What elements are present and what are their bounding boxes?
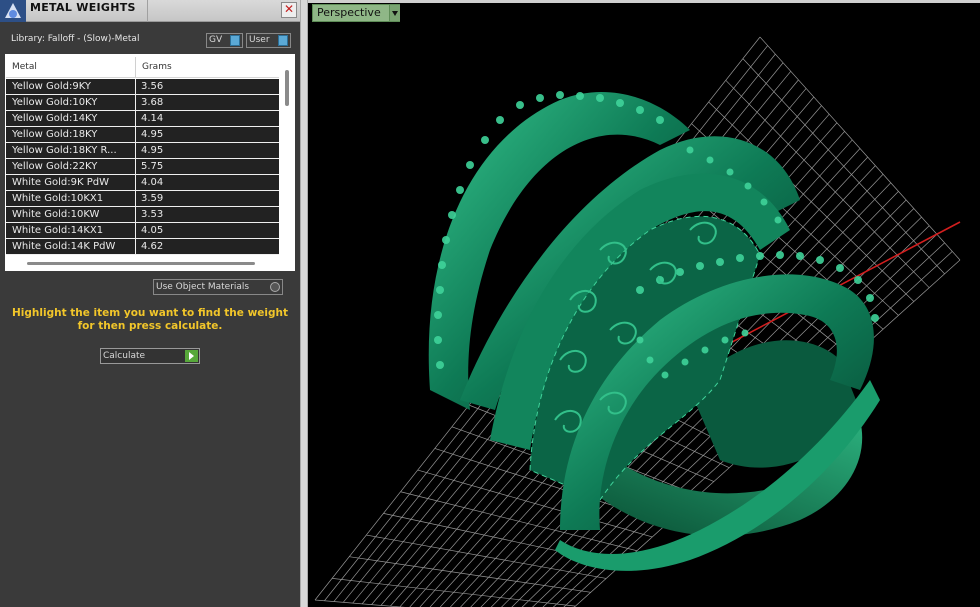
panel-splitter[interactable] [300, 0, 308, 607]
radio-icon[interactable] [270, 282, 280, 292]
grams-cell: 3.68 [141, 97, 164, 108]
viewport-scene[interactable] [308, 0, 980, 607]
grams-cell: 4.05 [141, 225, 164, 236]
toggle-icon [278, 35, 288, 46]
metal-cell: White Gold:14KX1 [12, 225, 104, 236]
toggle-icon [230, 35, 240, 46]
column-divider [135, 57, 136, 77]
column-header-grams[interactable]: Grams [142, 62, 172, 72]
grams-cell: 5.75 [141, 161, 164, 172]
panel-titlebar: METAL WEIGHTS ✕ [0, 0, 300, 22]
table-row[interactable]: White Gold:10KW 3.53 [6, 207, 279, 223]
metal-weights-panel: METAL WEIGHTS ✕ Library: Falloff - (Slow… [0, 0, 300, 607]
calculate-button[interactable]: Calculate [100, 348, 200, 364]
grams-cell: 4.62 [141, 241, 164, 252]
grid-line [759, 36, 961, 261]
grams-cell: 3.59 [141, 193, 164, 204]
metal-cell: White Gold:14K PdW [12, 241, 116, 252]
table-row[interactable]: Yellow Gold:18KY 4.95 [6, 127, 279, 143]
viewport-label[interactable]: Perspective [312, 4, 400, 22]
column-header-metal[interactable]: Metal [12, 62, 37, 72]
use-object-materials-label: Use Object Materials [156, 282, 250, 292]
metal-table: Metal Grams Yellow Gold:9KY 3.56 Yellow G… [5, 54, 295, 271]
metal-cell: Yellow Gold:14KY [12, 113, 98, 124]
table-row[interactable]: Yellow Gold:9KY 3.56 [6, 79, 279, 95]
perspective-viewport[interactable]: Perspective [308, 0, 980, 607]
table-header: Metal Grams [6, 55, 279, 78]
grams-cell: 4.14 [141, 113, 164, 124]
ring-model [428, 91, 880, 571]
table-row[interactable]: White Gold:10KX1 3.59 [6, 191, 279, 207]
table-body: Yellow Gold:9KY 3.56 Yellow Gold:10KY 3.68… [6, 79, 279, 255]
calculate-label: Calculate [103, 351, 146, 361]
metal-cell: Yellow Gold:10KY [12, 97, 98, 108]
grams-cell: 3.53 [141, 209, 164, 220]
table-row[interactable]: Yellow Gold:22KY 5.75 [6, 159, 279, 175]
table-row[interactable]: Yellow Gold:14KY 4.14 [6, 111, 279, 127]
grams-cell: 3.56 [141, 81, 164, 92]
panel-title: METAL WEIGHTS [30, 1, 136, 14]
gv-toggle-label: GV [209, 35, 223, 45]
use-object-materials-option[interactable]: Use Object Materials [153, 279, 283, 295]
grams-cell: 4.95 [141, 145, 164, 156]
instruction-text: Highlight the item you want to find the … [12, 307, 288, 332]
metal-cell: White Gold:9K PdW [12, 177, 109, 188]
grams-cell: 4.95 [141, 129, 164, 140]
app-logo-icon [0, 0, 26, 22]
close-icon: ✕ [283, 2, 295, 16]
library-label: Library: Falloff - (Slow)-Metal [11, 34, 140, 44]
viewport-top-border [308, 0, 980, 3]
metal-cell: White Gold:10KW [12, 209, 100, 220]
chevron-down-icon[interactable] [389, 5, 400, 21]
table-row[interactable]: White Gold:14KX1 4.05 [6, 223, 279, 239]
table-row[interactable]: White Gold:14K PdW 4.62 [6, 239, 279, 255]
close-button[interactable]: ✕ [281, 2, 297, 18]
table-row[interactable]: White Gold:9K PdW 4.04 [6, 175, 279, 191]
horizontal-scrollbar[interactable] [27, 262, 255, 265]
metal-cell: Yellow Gold:9KY [12, 81, 91, 92]
metal-cell: Yellow Gold:22KY [12, 161, 98, 172]
metal-cell: Yellow Gold:18KY R... [12, 145, 117, 156]
vertical-scrollbar[interactable] [285, 70, 289, 106]
viewport-label-text: Perspective [317, 6, 381, 19]
titlebar-divider [147, 0, 148, 22]
table-row[interactable]: Yellow Gold:18KY R... 4.95 [6, 143, 279, 159]
user-toggle-label: User [249, 35, 270, 45]
table-row[interactable]: Yellow Gold:10KY 3.68 [6, 95, 279, 111]
metal-cell: White Gold:10KX1 [12, 193, 104, 204]
grams-cell: 4.04 [141, 177, 164, 188]
gv-toggle[interactable]: GV [206, 33, 243, 48]
play-arrow-icon [185, 350, 198, 362]
user-toggle[interactable]: User [246, 33, 291, 48]
metal-cell: Yellow Gold:18KY [12, 129, 98, 140]
